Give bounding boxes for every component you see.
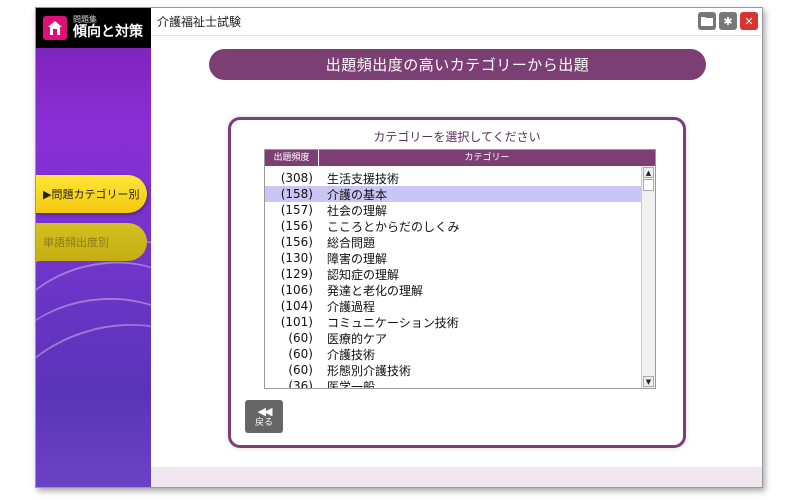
list-item[interactable]: (60) 形態別介護技術 — [265, 362, 641, 378]
row-frequency: (101) — [280, 315, 313, 329]
list-item[interactable]: (101) コミュニケーション技術 — [265, 314, 641, 330]
row-frequency: (60) — [288, 347, 313, 361]
list-item-selected[interactable]: (158) 介護の基本 — [265, 186, 641, 202]
row-category: 総合問題 — [327, 235, 376, 250]
category-panel: カテゴリーを選択してください 出題頻度 カテゴリー (308) 生活支援技術 (1… — [228, 117, 686, 448]
sidebar: 問題集 傾向と対策 ▶問題カテゴリー別 単語頻出度別 — [36, 8, 151, 487]
list-item[interactable]: (106) 発達と老化の理解 — [265, 282, 641, 298]
scroll-up-arrow-icon[interactable]: ▲ — [643, 167, 654, 178]
row-frequency: (60) — [288, 363, 313, 377]
row-frequency: (157) — [280, 203, 313, 217]
row-frequency: (156) — [280, 219, 313, 233]
gear-icon[interactable]: ✱ — [719, 12, 737, 30]
row-category: 認知症の理解 — [327, 267, 400, 282]
row-category: 介護技術 — [327, 347, 376, 362]
row-category: こころとからだのしくみ — [327, 219, 460, 234]
list-item[interactable]: (157) 社会の理解 — [265, 202, 641, 218]
list-item[interactable]: (156) こころとからだのしくみ — [265, 218, 641, 234]
folder-icon[interactable] — [698, 12, 716, 30]
back-label: 戻る — [254, 417, 273, 428]
row-category: 発達と老化の理解 — [327, 283, 424, 298]
main-content: 出題頻出度の高いカテゴリーから出題 カテゴリーを選択してください 出題頻度 カテ… — [151, 36, 762, 467]
list-rows: (308) 生活支援技術 (158) 介護の基本 (157) 社会の理解 (156) こ… — [265, 166, 641, 388]
window-title: 介護福祉士試験 — [157, 15, 242, 29]
scroll-thumb[interactable] — [643, 179, 654, 191]
list-item[interactable]: (36) 医学一般 — [265, 378, 641, 389]
scroll-down-arrow-icon[interactable]: ▼ — [643, 376, 654, 387]
row-category: 介護過程 — [327, 299, 376, 314]
row-category: 生活支援技術 — [327, 171, 400, 186]
app-logo: 問題集 傾向と対策 — [36, 8, 151, 48]
row-frequency: (36) — [288, 379, 313, 389]
row-category: 医学一般 — [327, 379, 376, 389]
row-category: 介護の基本 — [327, 187, 388, 202]
title-bar: 介護福祉士試験 ✱ ✕ — [151, 8, 762, 36]
rewind-icon: ◀◀ — [257, 404, 273, 418]
row-category: コミュニケーション技術 — [327, 315, 459, 330]
page-title: 出題頻出度の高いカテゴリーから出題 — [209, 49, 706, 80]
list-item[interactable]: (130) 障害の理解 — [265, 250, 641, 266]
list-item[interactable]: (60) 医療的ケア — [265, 330, 641, 346]
list-item[interactable]: (60) 介護技術 — [265, 346, 641, 362]
list-item[interactable]: (156) 総合問題 — [265, 234, 641, 250]
row-category: 障害の理解 — [327, 251, 388, 266]
row-frequency: (158) — [280, 187, 313, 201]
column-header-frequency: 出題頻度 — [265, 150, 319, 166]
row-frequency: (106) — [280, 283, 313, 297]
row-frequency: (129) — [280, 267, 313, 281]
home-icon — [43, 16, 67, 40]
column-header-category: カテゴリー — [464, 153, 510, 163]
nav-word-frequency-mode[interactable]: 単語頻出度別 — [36, 223, 147, 261]
row-frequency: (130) — [280, 251, 313, 265]
row-frequency: (308) — [280, 171, 313, 185]
row-category: 社会の理解 — [327, 203, 388, 218]
row-category: 医療的ケア — [327, 331, 388, 346]
panel-instruction: カテゴリーを選択してください — [373, 130, 541, 144]
list-item[interactable]: (308) 生活支援技術 — [265, 170, 641, 186]
list-header: 出題頻度 カテゴリー — [265, 150, 655, 166]
back-button[interactable]: ◀◀ 戻る — [245, 400, 283, 433]
row-frequency: (156) — [280, 235, 313, 249]
list-item[interactable]: (129) 認知症の理解 — [265, 266, 641, 282]
close-icon[interactable]: ✕ — [740, 12, 758, 30]
list-item[interactable]: (104) 介護過程 — [265, 298, 641, 314]
row-frequency: (104) — [280, 299, 313, 313]
app-window: 問題集 傾向と対策 ▶問題カテゴリー別 単語頻出度別 介護福祉士試験 ✱ ✕ 出… — [35, 7, 763, 488]
nav-category-mode[interactable]: ▶問題カテゴリー別 — [36, 175, 147, 213]
row-frequency: (60) — [288, 331, 313, 345]
list-scrollbar[interactable]: ▲ ▼ — [641, 166, 655, 388]
footer-bar — [151, 467, 762, 487]
logo-title: 傾向と対策 — [73, 23, 143, 40]
category-list[interactable]: 出題頻度 カテゴリー (308) 生活支援技術 (158) 介護の基本 (157) 社… — [264, 149, 656, 389]
row-category: 形態別介護技術 — [327, 363, 412, 378]
